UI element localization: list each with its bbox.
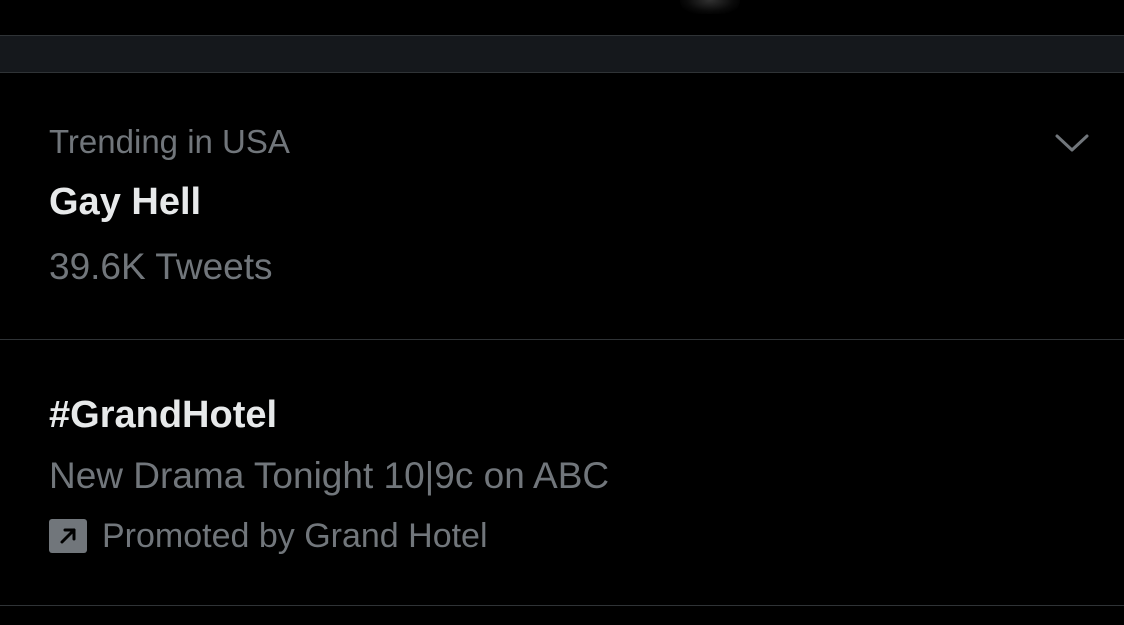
trend-item[interactable]: Trending in USA Gay Hell 39.6K Tweets (0, 73, 1124, 340)
cropped-image-edge (680, 0, 740, 14)
trend-name: #GrandHotel (49, 394, 278, 436)
section-separator (0, 35, 1124, 73)
promoted-arrow-icon (49, 519, 87, 553)
trend-tweet-count: 39.6K Tweets (49, 246, 273, 287)
chevron-down-icon (1055, 134, 1089, 152)
promoted-trend-item[interactable]: #GrandHotel New Drama Tonight 10|9c on A… (0, 340, 1124, 606)
trend-name: Gay Hell (49, 181, 202, 223)
promoted-label: Promoted by Grand Hotel (49, 516, 488, 555)
trend-description: New Drama Tonight 10|9c on ABC (49, 455, 610, 496)
top-strip (0, 0, 1124, 35)
trend-options-button[interactable] (1050, 121, 1094, 165)
trend-context: Trending in USA (49, 123, 290, 160)
promoted-by-text: Promoted by Grand Hotel (102, 516, 488, 555)
